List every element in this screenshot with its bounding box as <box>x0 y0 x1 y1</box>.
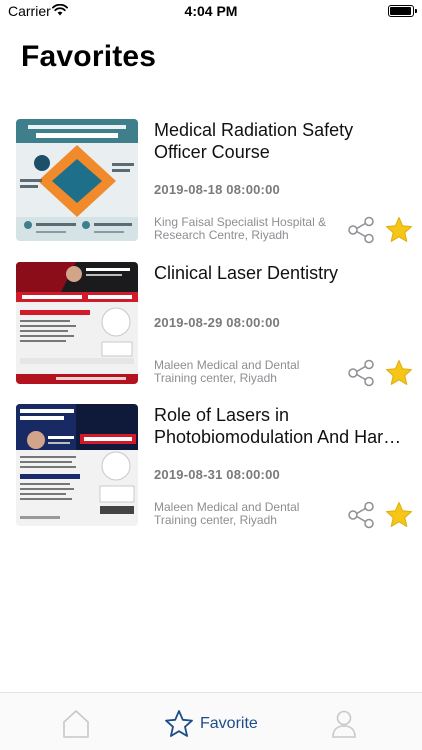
event-title[interactable]: Clinical Laser Dentistry <box>154 262 409 284</box>
favorite-star-icon[interactable] <box>384 500 414 530</box>
event-location: Maleen Medical and Dental Training cente… <box>154 358 300 385</box>
tab-bar: Favorite <box>0 692 422 750</box>
event-title[interactable]: Role of Lasers in Photobiomodulation And… <box>154 404 409 448</box>
tab-favorite[interactable]: Favorite <box>162 693 272 750</box>
favorite-card[interactable]: Role of Lasers in Photobiomodulation And… <box>0 404 422 534</box>
person-icon <box>332 710 356 738</box>
share-icon[interactable] <box>346 500 376 530</box>
status-time: 4:04 PM <box>184 3 238 19</box>
page-title: Favorites <box>21 40 157 73</box>
share-icon[interactable] <box>346 358 376 388</box>
event-poster-image[interactable] <box>16 262 138 384</box>
event-location: King Faisal Specialist Hospital & Resear… <box>154 215 327 242</box>
battery-icon <box>388 5 417 17</box>
event-date: 2019-08-31 08:00:00 <box>154 467 280 482</box>
event-date: 2019-08-29 08:00:00 <box>154 315 280 330</box>
event-location: Maleen Medical and Dental Training cente… <box>154 500 300 527</box>
event-poster-image[interactable] <box>16 404 138 526</box>
event-date: 2019-08-18 08:00:00 <box>154 182 280 197</box>
star-outline-icon <box>165 710 193 737</box>
favorite-card[interactable]: Clinical Laser Dentistry 2019-08-29 08:0… <box>0 262 422 392</box>
status-bar: Carrier 4:04 PM <box>0 0 422 22</box>
favorite-star-icon[interactable] <box>384 215 414 245</box>
event-poster-image[interactable] <box>16 119 138 241</box>
tab-home[interactable] <box>56 693 96 750</box>
favorite-star-icon[interactable] <box>384 358 414 388</box>
tab-favorite-label: Favorite <box>200 715 258 732</box>
favorite-card[interactable]: Medical Radiation Safety Officer Course … <box>0 119 422 249</box>
share-icon[interactable] <box>346 215 376 245</box>
home-icon <box>63 710 89 738</box>
event-title[interactable]: Medical Radiation Safety Officer Course <box>154 119 409 163</box>
tab-profile[interactable] <box>324 693 364 750</box>
